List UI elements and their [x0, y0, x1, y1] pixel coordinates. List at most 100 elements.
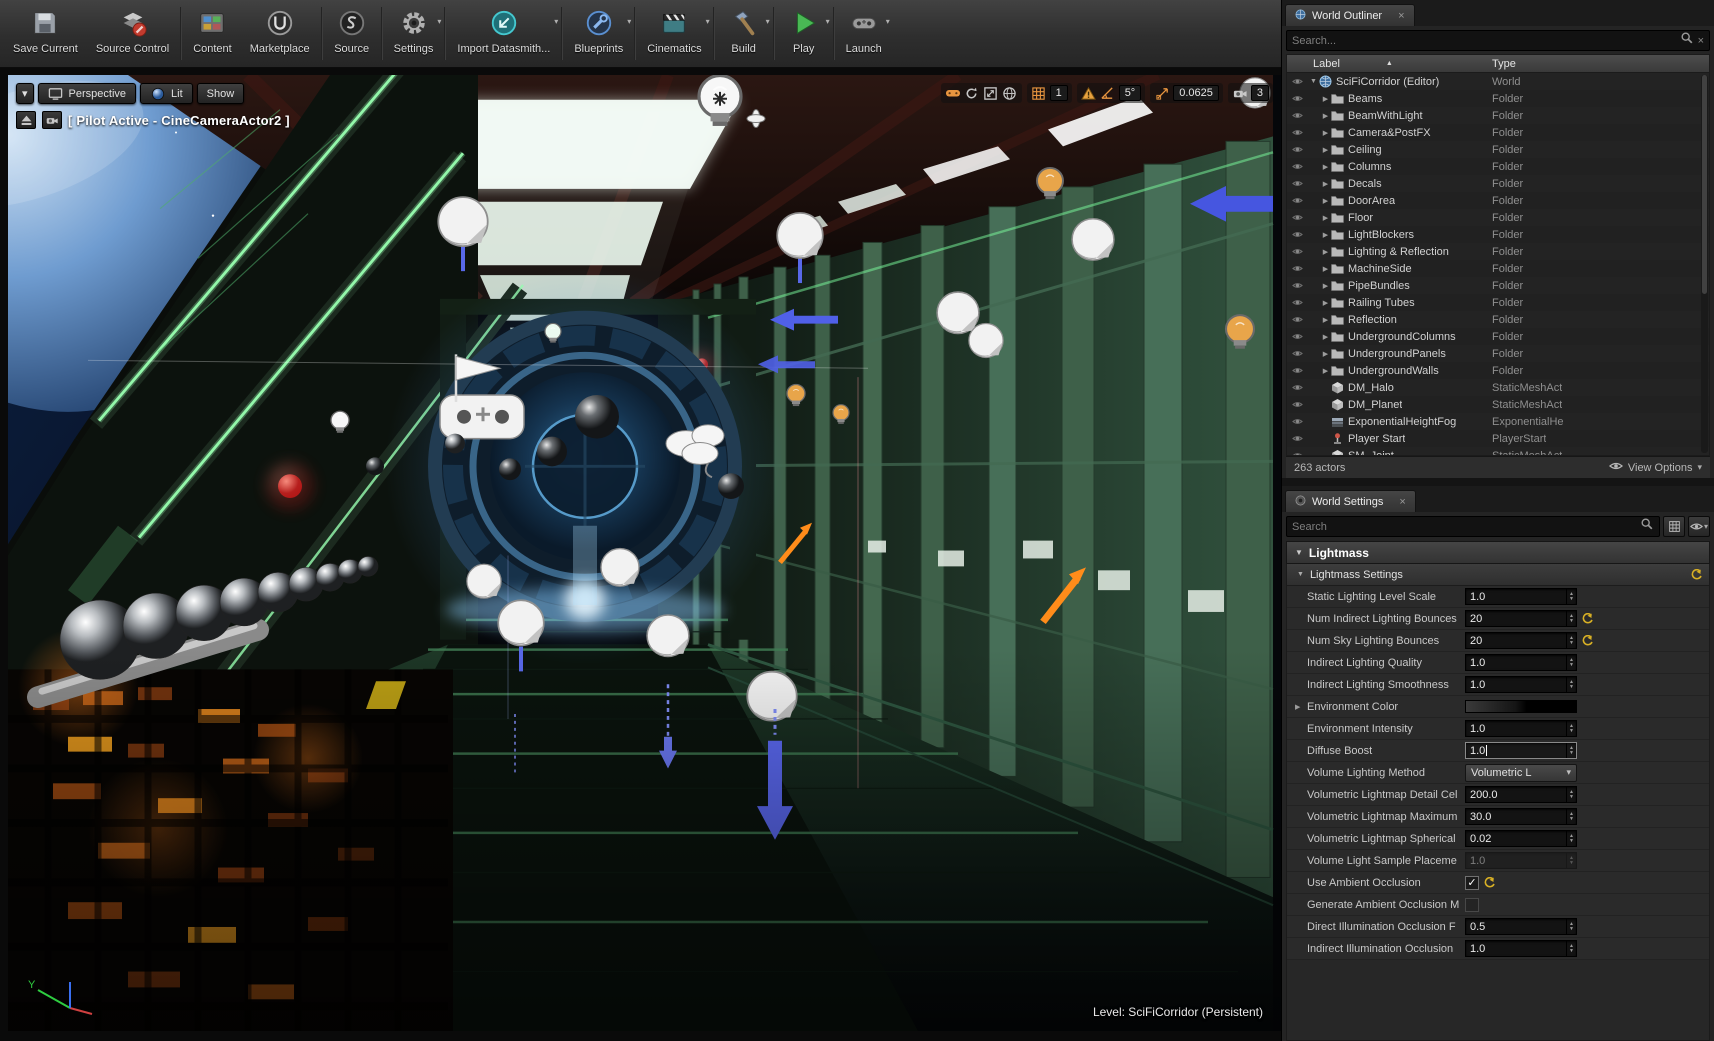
- launch-button[interactable]: Launch ▾: [837, 0, 891, 67]
- outliner-row[interactable]: ▶ Camera&PostFX Folder: [1287, 124, 1709, 141]
- visibility-eye-icon[interactable]: [1291, 381, 1308, 394]
- outliner-row[interactable]: Player Start PlayerStart: [1287, 430, 1709, 447]
- spinner-arrows-icon[interactable]: ▲ ▼: [1566, 721, 1576, 736]
- spinner-arrows-icon[interactable]: ▲ ▼: [1566, 809, 1576, 824]
- outliner-scrollbar[interactable]: [1701, 75, 1708, 453]
- outliner-row[interactable]: ▶ Lighting & Reflection Folder: [1287, 243, 1709, 260]
- checkbox[interactable]: ✓: [1465, 875, 1479, 890]
- spinner-arrows-icon[interactable]: ▲ ▼: [1566, 941, 1576, 956]
- expander-arrow-icon[interactable]: ▶: [1320, 231, 1331, 239]
- value-input[interactable]: 200.0 ▲ ▼: [1465, 786, 1577, 803]
- expander-arrow-icon[interactable]: ▶: [1320, 146, 1331, 154]
- spinner-arrows-icon[interactable]: ▲ ▼: [1566, 787, 1576, 802]
- chevron-down-icon[interactable]: ▾: [627, 17, 631, 26]
- rotation-snap-value[interactable]: 5°: [1118, 85, 1142, 101]
- outliner-row[interactable]: SM_Joint StaticMeshAct: [1287, 447, 1709, 455]
- spinner-arrows-icon[interactable]: ▲ ▼: [1566, 677, 1576, 692]
- content-button[interactable]: Content: [184, 0, 241, 67]
- value-input[interactable]: 1.0 ▲ ▼: [1465, 940, 1577, 957]
- expander-arrow-icon[interactable]: ▶: [1320, 197, 1331, 205]
- visibility-eye-icon[interactable]: [1291, 347, 1308, 360]
- visibility-eye-icon[interactable]: [1291, 143, 1308, 156]
- expander-arrow-icon[interactable]: ▶: [1320, 350, 1331, 358]
- outliner-row[interactable]: DM_Planet StaticMeshAct: [1287, 396, 1709, 413]
- spinner-arrows-icon[interactable]: ▲ ▼: [1566, 831, 1576, 846]
- grid-snap-icon[interactable]: [1031, 85, 1047, 101]
- dropdown-select[interactable]: Volumetric L ▾: [1465, 763, 1577, 782]
- type-column-header[interactable]: Type: [1492, 58, 1516, 70]
- visibility-eye-icon[interactable]: [1291, 245, 1308, 258]
- location-snap-value[interactable]: 1: [1049, 85, 1068, 101]
- expander-arrow-icon[interactable]: ▶: [1320, 163, 1331, 171]
- value-input[interactable]: 1.0 ▲ ▼: [1465, 742, 1577, 759]
- outliner-row[interactable]: ExponentialHeightFog ExponentialHe: [1287, 413, 1709, 430]
- value-input[interactable]: 30.0 ▲ ▼: [1465, 808, 1577, 825]
- viewport-scene[interactable]: [8, 75, 1281, 1031]
- import-datasmith-button[interactable]: Import Datasmith... ▾: [448, 0, 559, 67]
- outliner-row[interactable]: ▶ UndergroundColumns Folder: [1287, 328, 1709, 345]
- play-button[interactable]: Play ▾: [777, 0, 831, 67]
- chevron-down-icon[interactable]: ▾: [437, 17, 441, 26]
- spinner-arrows-icon[interactable]: ▲ ▼: [1566, 589, 1576, 604]
- visibility-eye-icon[interactable]: [1291, 160, 1308, 173]
- level-viewport[interactable]: ▾ Perspective Lit Show [Pilot Active - …: [8, 75, 1281, 1031]
- tab-world-outliner[interactable]: World Outliner ×: [1285, 4, 1415, 26]
- warning-icon[interactable]: [1081, 85, 1097, 101]
- value-input[interactable]: 1.0 ▲ ▼: [1465, 588, 1577, 605]
- visibility-eye-icon[interactable]: [1291, 398, 1308, 411]
- checkbox[interactable]: [1465, 897, 1479, 912]
- color-swatch[interactable]: [1465, 700, 1577, 713]
- outliner-row[interactable]: ▶ LightBlockers Folder: [1287, 226, 1709, 243]
- expander-arrow-icon[interactable]: ▶: [1320, 248, 1331, 256]
- chevron-down-icon[interactable]: ▾: [554, 17, 558, 26]
- expander-arrow-icon[interactable]: ▶: [1320, 265, 1331, 273]
- outliner-row[interactable]: ▼ SciFiCorridor (Editor) World: [1287, 73, 1709, 90]
- build-button[interactable]: Build ▾: [717, 0, 771, 67]
- view-options-button[interactable]: View Options: [1628, 462, 1693, 474]
- scale-snap-icon[interactable]: [1154, 85, 1170, 101]
- expander-arrow-icon[interactable]: ▶: [1320, 316, 1331, 324]
- visibility-eye-icon[interactable]: [1291, 279, 1308, 292]
- visibility-eye-icon[interactable]: [1291, 126, 1308, 139]
- rotation-snap-icon[interactable]: [1100, 85, 1116, 101]
- tab-world-settings[interactable]: World Settings ×: [1285, 490, 1416, 512]
- search-icon[interactable]: [1680, 31, 1694, 50]
- outliner-row[interactable]: ▶ Decals Folder: [1287, 175, 1709, 192]
- settings-grid-view-button[interactable]: [1663, 516, 1685, 537]
- visibility-eye-icon[interactable]: [1291, 296, 1308, 309]
- expander-arrow-icon[interactable]: ▶: [1320, 214, 1331, 222]
- spinner-arrows-icon[interactable]: ▲ ▼: [1566, 611, 1576, 626]
- spinner-arrows-icon[interactable]: ▲ ▼: [1566, 853, 1576, 868]
- outliner-row[interactable]: DM_Halo StaticMeshAct: [1287, 379, 1709, 396]
- visibility-eye-icon[interactable]: [1291, 415, 1308, 428]
- settings-view-options-button[interactable]: ▾: [1688, 516, 1710, 537]
- close-icon[interactable]: ×: [1399, 496, 1405, 508]
- value-input[interactable]: 0.5 ▲ ▼: [1465, 918, 1577, 935]
- visibility-eye-icon[interactable]: [1291, 330, 1308, 343]
- clear-search-icon[interactable]: ×: [1698, 35, 1704, 47]
- visibility-eye-icon[interactable]: [1291, 449, 1308, 455]
- lit-mode-button[interactable]: Lit: [140, 83, 193, 104]
- visibility-eye-icon[interactable]: [1291, 313, 1308, 326]
- maximize-icon[interactable]: [983, 85, 999, 101]
- globe-icon[interactable]: [1002, 85, 1018, 101]
- value-input[interactable]: 20 ▲ ▼: [1465, 610, 1577, 627]
- label-column-header[interactable]: Label: [1313, 58, 1340, 70]
- expander-arrow-icon[interactable]: ▶: [1320, 299, 1331, 307]
- expander-arrow-icon[interactable]: ▶: [1320, 333, 1331, 341]
- expander-arrow-icon[interactable]: ▶: [1320, 95, 1331, 103]
- value-input[interactable]: 1.0 ▲ ▼: [1465, 852, 1577, 869]
- spinner-arrows-icon[interactable]: ▲ ▼: [1566, 633, 1576, 648]
- value-input[interactable]: 1.0 ▲ ▼: [1465, 654, 1577, 671]
- outliner-column-headers[interactable]: Label ▲ Type: [1286, 54, 1710, 73]
- outliner-row[interactable]: ▶ Beams Folder: [1287, 90, 1709, 107]
- spinner-arrows-icon[interactable]: ▲ ▼: [1566, 655, 1576, 670]
- lightmass-section-header[interactable]: ▼ Lightmass: [1286, 541, 1710, 564]
- outliner-search-input[interactable]: [1292, 34, 1676, 47]
- visibility-eye-icon[interactable]: [1291, 432, 1308, 445]
- reset-to-default-icon[interactable]: [1484, 876, 1496, 889]
- expander-arrow-icon[interactable]: ▶: [1320, 112, 1331, 120]
- outliner-row[interactable]: ▶ BeamWithLight Folder: [1287, 107, 1709, 124]
- chevron-down-icon[interactable]: ▾: [886, 17, 890, 26]
- panel-splitter[interactable]: [1282, 478, 1714, 486]
